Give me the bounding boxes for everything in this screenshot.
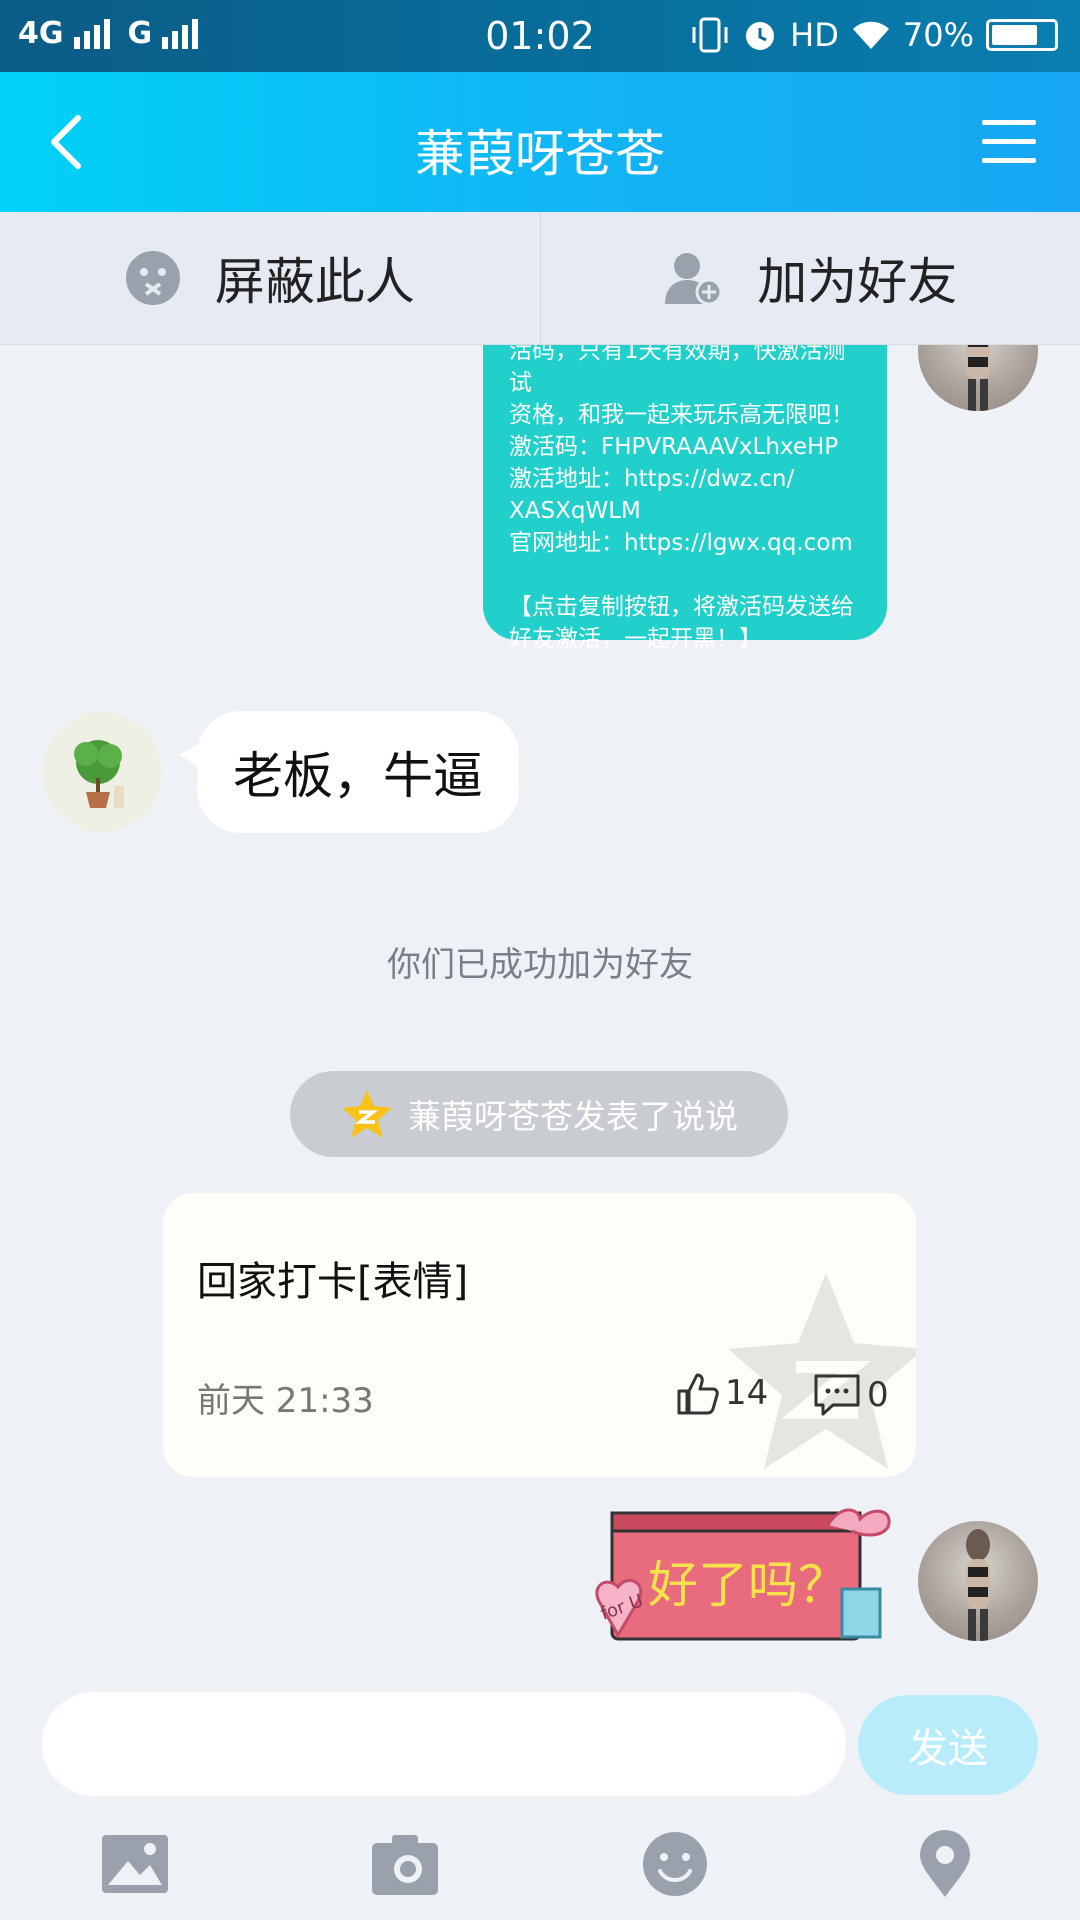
incoming-message-text: 老板，牛逼 xyxy=(233,747,483,805)
thumbs-up-icon xyxy=(677,1373,719,1415)
share-line: XASXqWLM xyxy=(509,498,641,524)
post-text: 回家打卡[表情] xyxy=(197,1259,469,1305)
chat-header: 蒹葭呀苍苍 xyxy=(0,72,1080,212)
emoji-icon[interactable] xyxy=(640,1829,710,1899)
status-right: HD 70% xyxy=(690,16,1058,54)
hd-indicator: HD xyxy=(790,16,839,54)
add-person-icon xyxy=(665,253,723,306)
block-face-icon xyxy=(125,251,180,305)
qzone-post-notice[interactable]: 蒹葭呀苍苍发表了说说 xyxy=(290,1071,788,1157)
like-button[interactable]: 14 xyxy=(675,1371,768,1415)
share-line: 活码，只有1天有效期，快激活测试 xyxy=(509,345,846,396)
outgoing-share-bubble[interactable]: 活码，只有1天有效期，快激活测试 资格，和我一起来玩乐高无限吧！ 激活码：FHP… xyxy=(483,345,887,652)
message-list[interactable]: 活码，只有1天有效期，快激活测试 资格，和我一起来玩乐高无限吧！ 激活码：FHP… xyxy=(0,345,1080,1675)
image-icon[interactable] xyxy=(100,1829,170,1899)
alarm-icon xyxy=(746,22,775,50)
share-line: 激活码：FHPVRAAAVxLhxeHP xyxy=(509,434,839,460)
block-user-button[interactable]: 屏蔽此人 xyxy=(0,212,540,344)
contact-avatar[interactable] xyxy=(42,712,162,832)
status-bar: 4G G 01:02 HD 70% xyxy=(0,0,1080,72)
message-input[interactable] xyxy=(42,1692,846,1796)
share-line xyxy=(509,559,867,591)
share-line: 【点击复制按钮，将激活码发送给 xyxy=(509,594,854,620)
block-user-label: 屏蔽此人 xyxy=(214,253,415,311)
comment-icon xyxy=(814,1374,860,1416)
my-avatar[interactable] xyxy=(918,345,1038,411)
qzone-post-label: 蒹葭呀苍苍发表了说说 xyxy=(408,1097,738,1136)
input-bar: 发送 xyxy=(0,1675,1080,1920)
comment-count: 0 xyxy=(867,1375,889,1415)
incoming-message-bubble[interactable]: 老板，牛逼 xyxy=(179,711,519,833)
like-count: 14 xyxy=(725,1373,769,1413)
friend-added-tip: 你们已成功加为好友 xyxy=(387,945,693,985)
sticker-text: 好了吗？ xyxy=(648,1556,848,1614)
add-friend-label: 加为好友 xyxy=(757,253,958,311)
wifi-icon xyxy=(852,21,889,49)
share-line: 官网地址：https://lgwx.qq.com xyxy=(509,530,853,556)
sticker-message[interactable]: 好了吗？ for U xyxy=(590,1505,916,1655)
qzone-post-card[interactable]: 回家打卡[表情] 前天 21:33 14 0 xyxy=(163,1193,916,1477)
battery-percent: 70% xyxy=(902,16,974,54)
camera-icon[interactable] xyxy=(370,1829,440,1899)
hamburger-menu-icon[interactable] xyxy=(982,120,1036,164)
comment-button[interactable]: 0 xyxy=(813,1373,889,1417)
send-button[interactable]: 发送 xyxy=(858,1695,1038,1795)
stranger-action-bar: 屏蔽此人 加为好友 xyxy=(0,212,1080,345)
location-icon[interactable] xyxy=(910,1829,980,1899)
share-line: 资格，和我一起来玩乐高无限吧！ xyxy=(509,402,854,428)
input-toolbar xyxy=(0,1823,1080,1913)
chat-title: 蒹葭呀苍苍 xyxy=(415,125,665,183)
vibrate-icon xyxy=(692,17,728,53)
post-time: 前天 21:33 xyxy=(197,1381,374,1421)
qzone-watermark-icon xyxy=(728,1273,916,1469)
add-friend-button[interactable]: 加为好友 xyxy=(539,212,1080,344)
share-line: 好友激活，一起开黑！】 xyxy=(509,626,762,652)
my-avatar[interactable] xyxy=(918,1521,1038,1641)
qzone-star-icon xyxy=(342,1090,392,1138)
share-line: 激活地址：https://dwz.cn/ xyxy=(509,466,795,492)
battery-icon xyxy=(986,19,1058,51)
